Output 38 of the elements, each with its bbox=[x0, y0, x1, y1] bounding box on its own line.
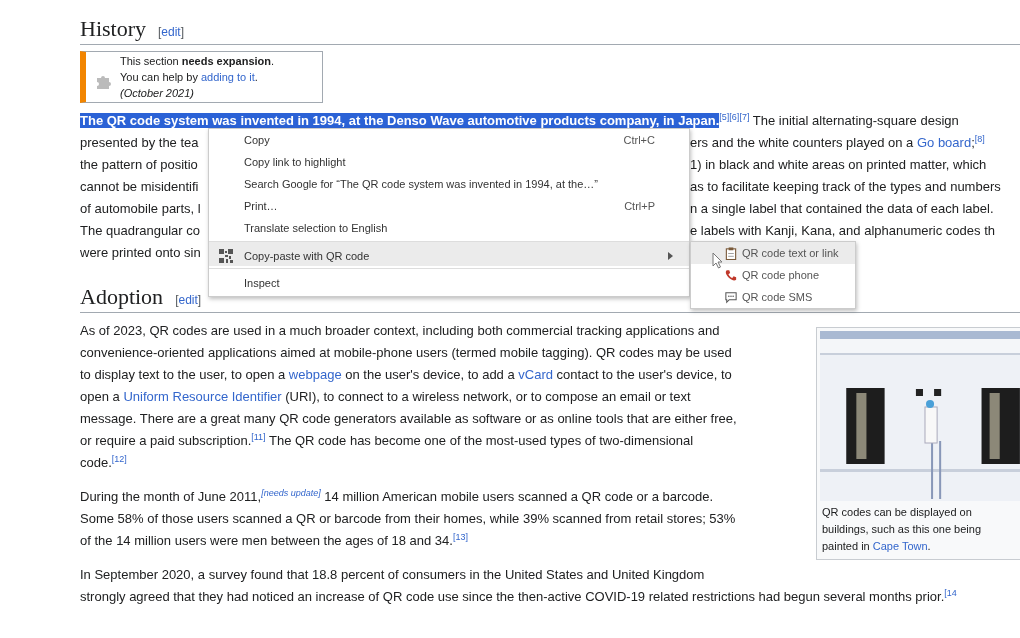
link[interactable]: webpage bbox=[288, 367, 342, 382]
paragraph: As of 2023, QR codes are used in a much broader context, including both commercial tracking applications and convenience-oriented applications aimed at mobile-phone users (termed mobile tagging). QR codes may be used to display text to the user, to open a webpage on the user's device, to add a vCard contact to the user's device, to open a Uniform Resource Identifier (URI), to connect to a wireless network, or to compose an email or text message. There are a great many QR code generators available as software or as online tools that are either free, or require a paid subscription.$^{[11]}$ The QR code has become one of the most-used types of two-dimensional code.$^{[12]}$ bbox=[80, 322, 738, 472]
menu-item[interactable]: QR code SMS bbox=[691, 286, 855, 308]
menu-item[interactable]: Copy-paste with QR code bbox=[209, 241, 689, 266]
link[interactable]: vCard bbox=[518, 367, 553, 382]
reference-link[interactable]: [7] bbox=[739, 111, 750, 122]
menu-item[interactable]: QR code text or link bbox=[691, 242, 855, 264]
link[interactable]: Go board bbox=[916, 135, 972, 150]
reference-link[interactable]: [12] bbox=[111, 453, 127, 464]
figure-caption: QR codes can be displayed on buildings, such as this one being painted in Cape Town. bbox=[821, 505, 982, 554]
section-heading: History bbox=[80, 16, 146, 42]
edit-link[interactable]: [edit] bbox=[175, 293, 202, 307]
chat-icon bbox=[725, 290, 737, 304]
reference-link[interactable]: [needs update] bbox=[261, 487, 321, 498]
notice-text: This section needs expansion. You can help by adding to it. (October 2021) bbox=[120, 54, 275, 101]
paragraph: During the month of June 2011,$^{[needs update]}$ 14 million American mobile users scanned a QR code or a barcode. Some 58% of those users scanned a QR or barcode from their homes, while 39% scanned from retail stores; 53% of the 14 million users were men between the ages of 18 and 34.$^{[13]}$ bbox=[80, 486, 737, 550]
reference-link[interactable]: [11] bbox=[251, 431, 266, 442]
qr-code-icon bbox=[219, 248, 233, 263]
link[interactable]: Cape Town bbox=[872, 540, 928, 552]
reference-link[interactable]: [14 bbox=[944, 587, 957, 598]
paragraph: In September 2020, a survey found that 18.8 percent of consumers in the United States and United Kingdom strongly agreed that they had noticed an increase of QR code use since the then-active COVID-19 related restrictions had begun several months prior.$^{[14}$ bbox=[80, 566, 958, 606]
menu-item[interactable]: QR code phone bbox=[691, 264, 855, 286]
link[interactable]: Uniform Resource Identifier bbox=[123, 389, 282, 404]
section-heading: Adoption bbox=[80, 284, 164, 310]
menu-item[interactable]: Copy link to highlight bbox=[209, 151, 689, 173]
menu-item[interactable]: Translate selection to English bbox=[209, 217, 689, 239]
clipboard-icon bbox=[725, 246, 737, 260]
mouse-pointer-icon bbox=[712, 252, 723, 269]
submenu-arrow-icon bbox=[668, 251, 673, 260]
menu-item[interactable]: Print… Ctrl+P bbox=[209, 195, 689, 217]
reference-link[interactable]: [13] bbox=[452, 531, 468, 542]
menu-item[interactable]: Inspect bbox=[209, 268, 689, 293]
edit-link[interactable]: [edit] bbox=[158, 25, 185, 39]
phone-icon bbox=[725, 268, 737, 282]
reference-link[interactable]: [8] bbox=[974, 133, 985, 144]
menu-item[interactable]: Copy Ctrl+C bbox=[209, 129, 689, 151]
link[interactable]: adding to it bbox=[200, 71, 255, 83]
menu-item[interactable]: Search Google for “The QR code system was invented in 1994, at the…” bbox=[209, 173, 689, 195]
